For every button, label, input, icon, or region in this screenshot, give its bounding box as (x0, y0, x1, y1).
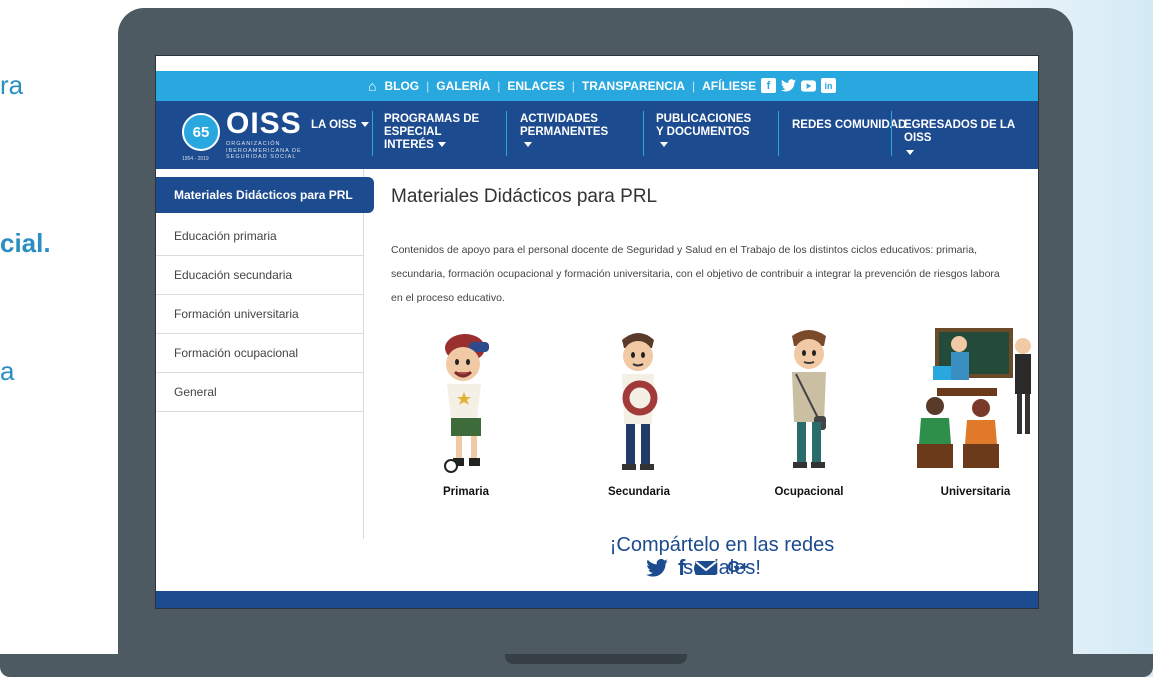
nav-separator (506, 111, 507, 156)
caret-down-icon (524, 142, 532, 148)
description-line: secundaria, formación ocupacional y form… (391, 268, 1000, 280)
top-social-icons: f in (761, 78, 836, 93)
nav-label: ACTIVIDADES PERMANENTES (520, 113, 609, 138)
card-label: Secundaria (608, 486, 670, 498)
sidebar-item-general[interactable]: General (156, 373, 363, 412)
nav-label: PUBLICACIONES Y DOCUMENTOS (656, 113, 752, 138)
top-links: ⌂ BLOG | GALERÍA | ENLACES | TRANSPARENC… (368, 71, 756, 101)
logo-subtitle: ORGANIZACIÓN IBEROAMERICANA DE SEGURIDAD… (226, 141, 302, 160)
google-plus-icon[interactable]: G+ (727, 559, 749, 583)
universitaria-illustration (913, 326, 1038, 474)
description-line: Contenidos de apoyo para el personal doc… (391, 244, 978, 256)
description-line: en el proceso educativo. (391, 292, 505, 304)
secundaria-illustration (584, 326, 694, 474)
nav-separator (891, 111, 892, 156)
twitter-icon[interactable] (646, 558, 668, 583)
nav-separator (372, 111, 373, 156)
card-primaria[interactable]: Primaria (411, 326, 521, 498)
nav-actividades[interactable]: ACTIVIDADES PERMANENTES (520, 113, 610, 152)
nav-label: LA OISS (311, 119, 357, 131)
top-link-separator: | (691, 79, 696, 93)
nav-la-oiss[interactable]: LA OISS (311, 119, 369, 132)
caret-down-icon (906, 149, 914, 155)
home-icon[interactable]: ⌂ (368, 78, 376, 94)
top-bar: ⌂ BLOG | GALERÍA | ENLACES | TRANSPARENC… (156, 71, 1038, 101)
linkedin-icon[interactable]: in (821, 78, 836, 93)
nav-programas[interactable]: PROGRAMAS DE ESPECIAL INTERÉS (384, 113, 494, 152)
nav-label: EGRESADOS DE LA OISS (904, 119, 1015, 144)
nav-separator (778, 111, 779, 156)
youtube-icon[interactable] (801, 78, 816, 93)
ocupacional-illustration (754, 326, 864, 474)
sidebar-item-secundaria[interactable]: Educación secundaria (156, 256, 363, 295)
footer-bar (156, 591, 1038, 608)
nav-publicaciones[interactable]: PUBLICACIONES Y DOCUMENTOS (656, 113, 756, 152)
background-text-2: cial. (0, 228, 51, 258)
nav-label: REDES COMUNIDAD (792, 119, 907, 131)
caret-down-icon (437, 142, 446, 148)
sidebar: Materiales Didácticos para PRL Educación… (156, 169, 374, 539)
nav-redes-comunidad[interactable]: REDES COMUNIDAD (792, 119, 906, 132)
sidebar-item-ocupacional[interactable]: Formación ocupacional (156, 334, 363, 373)
page-description: Contenidos de apoyo para el personal doc… (391, 238, 1038, 310)
card-secundaria[interactable]: Secundaria (584, 326, 694, 498)
share-icons: f G+ (646, 557, 749, 583)
laptop-notch (505, 654, 687, 664)
card-ocupacional[interactable]: Ocupacional (754, 326, 864, 498)
top-link-transparencia[interactable]: TRANSPARENCIA (582, 79, 685, 93)
main-navbar: 65 OISS ORGANIZACIÓN IBEROAMERICANA DE S… (156, 101, 1038, 169)
primaria-illustration (411, 326, 521, 474)
top-link-afiliese[interactable]: AFÍLIESE (702, 79, 756, 93)
nav-separator (643, 111, 644, 156)
background-text-3: a (0, 356, 15, 386)
facebook-icon[interactable]: f (678, 557, 685, 583)
anniversary-badge: 65 (182, 113, 220, 151)
facebook-icon[interactable]: f (761, 78, 776, 93)
sidebar-item-primaria[interactable]: Educación primaria (156, 217, 363, 256)
logo-name: OISS (226, 107, 302, 140)
logo-years: 1954 - 2019 (182, 156, 209, 162)
background-text-1: ra (0, 70, 24, 100)
oiss-logo[interactable]: 65 OISS ORGANIZACIÓN IBEROAMERICANA DE S… (182, 107, 310, 163)
card-label: Ocupacional (774, 486, 844, 498)
top-link-enlaces[interactable]: ENLACES (507, 79, 564, 93)
caret-down-icon (660, 142, 668, 148)
nav-egresados[interactable]: EGRESADOS DE LA OISS (904, 119, 1038, 158)
card-label: Primaria (442, 486, 490, 498)
card-universitaria[interactable]: Universitaria (913, 326, 1038, 498)
nav-label: PROGRAMAS DE ESPECIAL INTERÉS (384, 113, 480, 151)
email-icon[interactable] (695, 559, 718, 583)
top-link-galeria[interactable]: GALERÍA (436, 79, 490, 93)
card-label: Universitaria (940, 486, 1011, 498)
top-link-separator: | (571, 79, 575, 93)
twitter-icon[interactable] (781, 78, 796, 93)
sidebar-item-materiales[interactable]: Materiales Didácticos para PRL (156, 177, 374, 213)
page-title: Materiales Didácticos para PRL (391, 186, 658, 207)
sidebar-item-universitaria[interactable]: Formación universitaria (156, 295, 363, 334)
top-link-separator: | (497, 79, 501, 93)
top-link-blog[interactable]: BLOG (384, 79, 419, 93)
browser-screen: ⌂ BLOG | GALERÍA | ENLACES | TRANSPARENC… (155, 55, 1039, 609)
top-link-separator: | (426, 79, 430, 93)
caret-down-icon (360, 122, 369, 128)
